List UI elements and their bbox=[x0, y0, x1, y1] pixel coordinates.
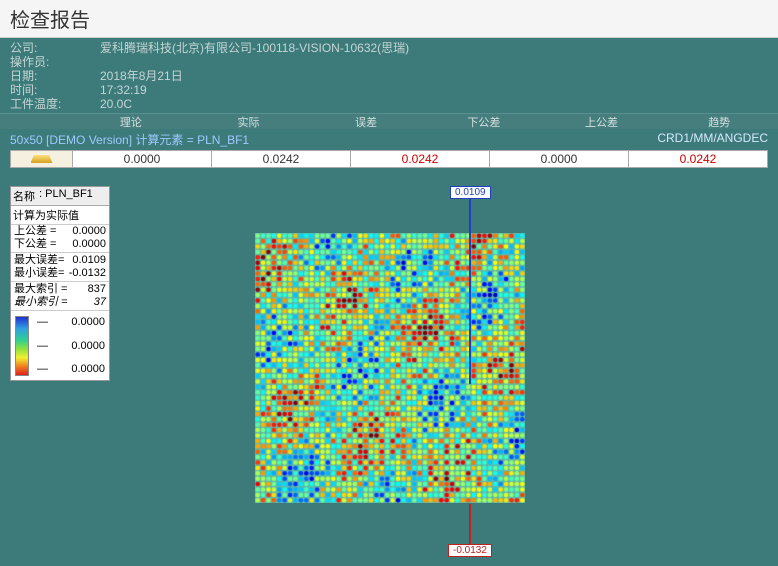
date-value: 2018年8月21日 bbox=[100, 69, 183, 83]
legend-name-label: 名称 bbox=[13, 188, 35, 204]
meta-right: CRD1/MM/ANGDEC bbox=[657, 131, 768, 148]
temp-value: 20.0C bbox=[100, 97, 132, 111]
flatness-icon bbox=[31, 155, 53, 163]
g2-value: 0.0000 bbox=[71, 340, 105, 353]
operator-label: 操作员: bbox=[10, 55, 100, 69]
time-label: 时间: bbox=[10, 83, 100, 97]
g2-dash: — bbox=[37, 340, 48, 353]
max-callout: 0.0109 bbox=[450, 186, 491, 384]
cell-lower: 0.0000 bbox=[490, 151, 629, 167]
cell-theoretical: 0.0000 bbox=[73, 151, 212, 167]
col-lower: 下公差 bbox=[425, 114, 543, 130]
max-callout-line bbox=[469, 199, 471, 384]
minidx-value: 37 bbox=[94, 296, 106, 309]
visualization-area: 名称 : PLN_BF1 计算为实际值 上公差 = 0.0000 下公差 = 0.0… bbox=[10, 186, 768, 566]
meta-row: 50x50 [DEMO Version] 计算元素 = PLN_BF1 CRD1… bbox=[0, 129, 778, 150]
maxidx-value: 837 bbox=[88, 283, 106, 296]
minerr-label: 最小误差= bbox=[14, 267, 64, 280]
minerr-value: -0.0132 bbox=[69, 267, 106, 280]
g1-dash: — bbox=[37, 316, 48, 329]
legend-name-row: 名称 : PLN_BF1 bbox=[11, 187, 109, 206]
legend-name-value: : PLN_BF1 bbox=[39, 188, 93, 204]
temp-label: 工件温度: bbox=[10, 97, 100, 111]
cell-upper: 0.0242 bbox=[629, 151, 767, 167]
maxidx-label: 最大索引 = bbox=[14, 283, 67, 296]
window-title: 检查报告 bbox=[0, 0, 778, 38]
gradient-bar bbox=[15, 316, 29, 376]
color-scale: — 0.0000 — 0.0000 — 0.0000 bbox=[11, 312, 109, 380]
header-info-block: 公司:爱科腾瑞科技(北京)有限公司-100118-VISION-10632(思瑞… bbox=[0, 38, 778, 113]
column-headers: 理论 实际 误差 下公差 上公差 趋势 bbox=[0, 113, 778, 129]
row-icon-cell bbox=[11, 151, 73, 167]
min-callout: -0.0132 bbox=[448, 504, 492, 557]
maxerr-label: 最大误差= bbox=[14, 254, 64, 267]
min-callout-value: -0.0132 bbox=[448, 544, 492, 557]
col-theoretical: 理论 bbox=[72, 114, 190, 130]
g3-value: 0.0000 bbox=[71, 363, 105, 376]
min-callout-line bbox=[469, 504, 471, 544]
meta-left: 50x50 [DEMO Version] 计算元素 = PLN_BF1 bbox=[10, 131, 249, 148]
g3-dash: — bbox=[37, 363, 48, 376]
ut-label: 上公差 = bbox=[14, 225, 56, 238]
minidx-label: 最小索引 = bbox=[14, 296, 67, 309]
lt-value: 0.0000 bbox=[72, 238, 106, 251]
time-value: 17:32:19 bbox=[100, 83, 147, 97]
legend-panel: 名称 : PLN_BF1 计算为实际值 上公差 = 0.0000 下公差 = 0.0… bbox=[10, 186, 110, 381]
date-label: 日期: bbox=[10, 69, 100, 83]
ut-value: 0.0000 bbox=[72, 225, 106, 238]
g1-value: 0.0000 bbox=[71, 316, 105, 329]
company-value: 爱科腾瑞科技(北京)有限公司-100118-VISION-10632(思瑞) bbox=[100, 41, 409, 55]
data-row: 0.0000 0.0242 0.0242 0.0000 0.0242 bbox=[10, 150, 768, 168]
col-error: 误差 bbox=[307, 114, 425, 130]
col-upper: 上公差 bbox=[543, 114, 661, 130]
legend-subtitle: 计算为实际值 bbox=[11, 206, 109, 225]
col-trend: 趋势 bbox=[660, 114, 778, 130]
max-callout-value: 0.0109 bbox=[450, 186, 491, 199]
lt-label: 下公差 = bbox=[14, 238, 56, 251]
col-actual: 实际 bbox=[190, 114, 308, 130]
maxerr-value: 0.0109 bbox=[72, 254, 106, 267]
cell-actual: 0.0242 bbox=[212, 151, 351, 167]
company-label: 公司: bbox=[10, 41, 100, 55]
cell-error: 0.0242 bbox=[351, 151, 490, 167]
